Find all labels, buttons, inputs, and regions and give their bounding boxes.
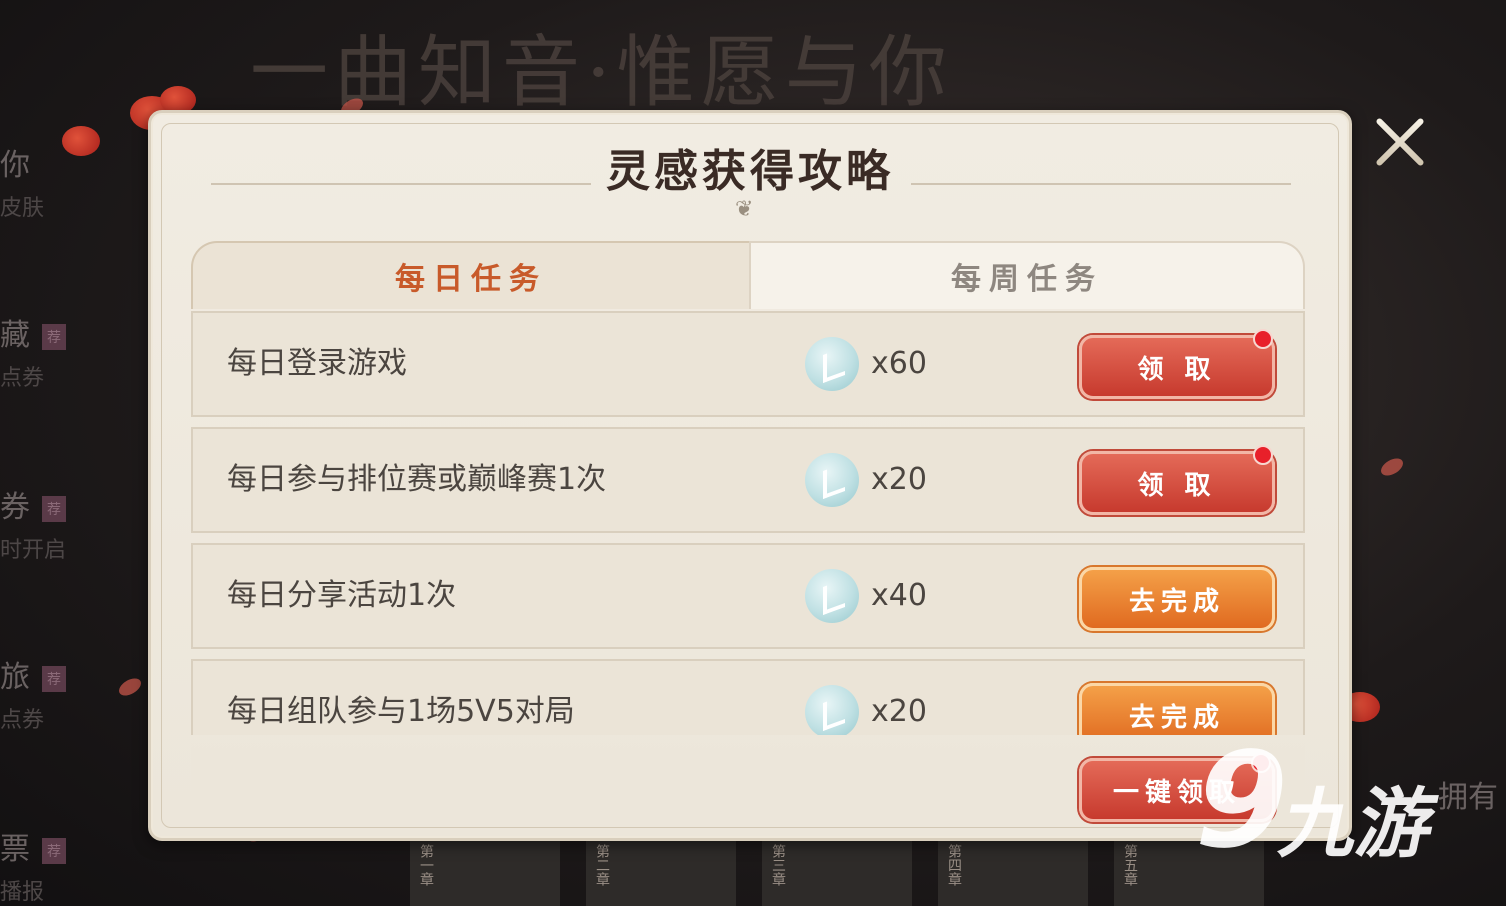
reward-quantity: x60 bbox=[871, 346, 927, 381]
side-nav-item[interactable]: 券荐 时开启 bbox=[0, 482, 90, 564]
side-nav-sub: 点券 bbox=[0, 708, 45, 733]
recommend-badge: 荐 bbox=[42, 838, 66, 864]
reward-quantity: x20 bbox=[871, 694, 927, 729]
close-icon[interactable] bbox=[1370, 112, 1430, 172]
side-nav-sub: 点券 bbox=[0, 366, 45, 391]
chapter-card[interactable]: 第四章 bbox=[938, 840, 1088, 906]
dialog-title: 灵感获得攻略 bbox=[606, 146, 894, 197]
side-nav-title: 旅 bbox=[0, 660, 30, 695]
reward-quantity: x40 bbox=[871, 578, 927, 613]
jiuyou-watermark-logo: 9 九游 bbox=[1180, 724, 1476, 878]
chapter-card[interactable]: 第一章 bbox=[410, 840, 560, 906]
task-name: 每日参与排位赛或巅峰赛1次 bbox=[227, 462, 607, 497]
claim-button[interactable]: 领 取 bbox=[1079, 451, 1275, 515]
task-row: 每日登录游戏 x60 领 取 bbox=[191, 311, 1305, 417]
tab-daily-tasks[interactable]: 每日任务 bbox=[191, 241, 751, 309]
tab-weekly-tasks[interactable]: 每周任务 bbox=[749, 241, 1305, 309]
inspiration-feather-icon bbox=[805, 685, 859, 735]
reward-quantity: x20 bbox=[871, 462, 927, 497]
petal-decoration bbox=[1378, 454, 1406, 480]
chapter-label: 第三章 bbox=[770, 844, 786, 886]
claim-button[interactable]: 领 取 bbox=[1079, 335, 1275, 399]
chapter-label: 第二章 bbox=[594, 844, 610, 886]
watermark-text: 九游 bbox=[1273, 779, 1445, 868]
side-nav-sub: 播报 bbox=[0, 880, 45, 905]
chapter-label: 第四章 bbox=[946, 844, 962, 886]
side-nav-item[interactable]: 票荐 播报 bbox=[0, 824, 90, 906]
side-nav-sub: 时开启 bbox=[0, 538, 67, 563]
task-row: 每日组队参与1场5V5对局 x20 去完成 bbox=[191, 659, 1305, 735]
task-list[interactable]: 每日登录游戏 x60 领 取 每日参与排位赛或巅峰赛1次 x20 领 取 每日分… bbox=[191, 311, 1305, 735]
side-nav-title: 藏 bbox=[0, 318, 30, 353]
side-nav-sub: 皮肤 bbox=[0, 196, 45, 221]
task-row: 每日分享活动1次 x40 去完成 bbox=[191, 543, 1305, 649]
notification-dot bbox=[1253, 329, 1273, 349]
task-name: 每日分享活动1次 bbox=[227, 578, 457, 613]
inspiration-feather-icon bbox=[805, 453, 859, 507]
task-name: 每日组队参与1场5V5对局 bbox=[227, 694, 575, 729]
notification-dot bbox=[1253, 445, 1273, 465]
inspiration-guide-dialog: 灵感获得攻略 ❦ 每日任务 每周任务 每日登录游戏 x60 领 取 每日参与排位… bbox=[148, 110, 1352, 841]
task-row: 每日参与排位赛或巅峰赛1次 x20 领 取 bbox=[191, 427, 1305, 533]
task-name: 每日登录游戏 bbox=[227, 346, 407, 381]
side-nav-item[interactable]: 旅荐 点券 bbox=[0, 652, 90, 734]
task-tabs: 每日任务 每周任务 bbox=[191, 241, 1305, 309]
chapter-card[interactable]: 第三章 bbox=[762, 840, 912, 906]
chapter-card[interactable]: 第二章 bbox=[586, 840, 736, 906]
chapter-label: 第五章 bbox=[1122, 844, 1138, 886]
petal-decoration bbox=[116, 674, 144, 700]
side-nav-title: 券 bbox=[0, 490, 30, 525]
side-nav-item[interactable]: 藏荐 点券 bbox=[0, 310, 90, 392]
side-nav-title: 票 bbox=[0, 832, 30, 867]
recommend-badge: 荐 bbox=[42, 324, 66, 350]
recommend-badge: 荐 bbox=[42, 666, 66, 692]
lotus-ornament-icon: ❦ bbox=[735, 197, 754, 222]
inspiration-feather-icon bbox=[805, 569, 859, 623]
inspiration-feather-icon bbox=[805, 337, 859, 391]
blossom-decoration bbox=[62, 126, 100, 156]
go-complete-button[interactable]: 去完成 bbox=[1079, 567, 1275, 631]
recommend-badge: 荐 bbox=[42, 496, 66, 522]
chapter-label: 第一章 bbox=[418, 844, 434, 886]
